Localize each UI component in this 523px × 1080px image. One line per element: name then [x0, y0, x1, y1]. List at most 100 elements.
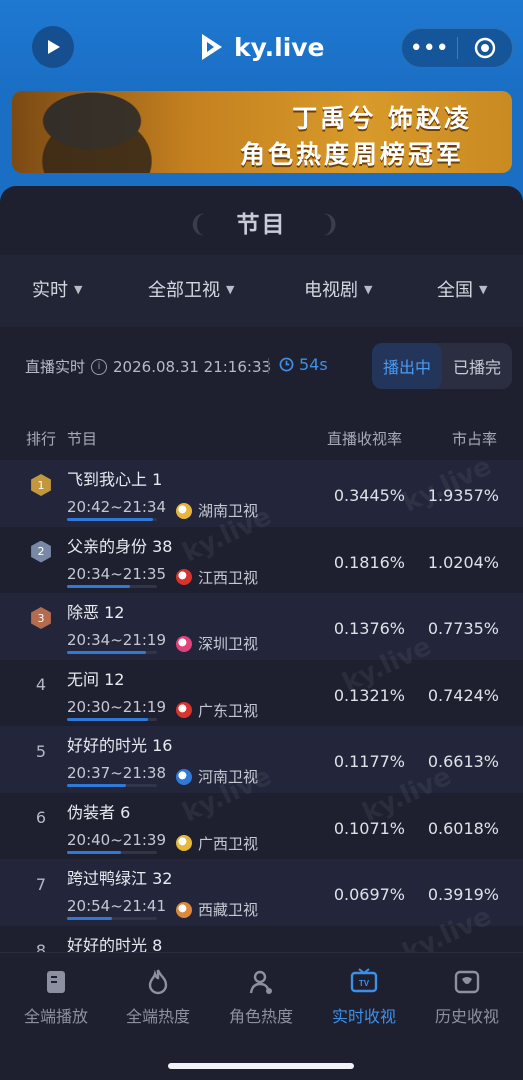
segment-finished[interactable]: 已播完 [442, 343, 512, 389]
tab-all-play[interactable]: 全端播放 [4, 967, 108, 1027]
program-time: 20:37~21:38 [67, 764, 167, 782]
book-icon [47, 971, 65, 993]
program-name: 跨过鸭绿江 32 [67, 869, 173, 888]
channel-name: 湖南卫视 [198, 502, 259, 520]
brand-title: ky.live [198, 30, 325, 64]
progress-fill [67, 717, 148, 721]
refresh-timer: 54s [279, 355, 328, 374]
flame-icon [148, 969, 168, 995]
caret-down-icon: ▼ [226, 282, 235, 296]
channel: 江西卫视 [176, 567, 258, 588]
program-time: 20:34~21:35 [67, 564, 167, 583]
channel-name: 江西卫视 [198, 568, 259, 587]
banner-line-2: 角色热度周榜冠军 [239, 140, 464, 169]
laurel-right-icon: ❩ [320, 210, 341, 238]
table-row[interactable]: 1 飞到我心上 1 20:42~21:34 湖南卫视 0.3445% 1.9357% [0, 460, 523, 527]
rating-value: 0.1071% [333, 818, 405, 838]
channel-name: 广东卫视 [198, 701, 259, 720]
table-row[interactable]: 7 跨过鸭绿江 32 20:54~21:41 西藏卫视 0.0697% 0.3919% [0, 859, 523, 926]
filter-label: 全国 [437, 280, 473, 301]
channel-logo-icon [176, 502, 192, 519]
tab-role-heat[interactable]: 角色热度 [209, 967, 313, 1027]
top-bar: ky.live ••• [0, 0, 523, 92]
rank-number: 8 [35, 941, 47, 952]
channel-name: 深圳卫视 [198, 635, 259, 653]
share-value: 1.9357% [427, 486, 499, 505]
channel-logo-icon [176, 635, 192, 652]
tv-icon: TV [350, 968, 378, 993]
tab-history-rating[interactable]: 历史收视 [415, 967, 519, 1027]
channel-logo-icon [176, 768, 192, 785]
live-datetime: 2026.08.31 21:16:33 [113, 357, 272, 376]
table-row[interactable]: 2 父亲的身份 38 20:34~21:35 江西卫视 0.1816% 1.0204% [0, 527, 523, 594]
col-rating[interactable]: 直播收视率 [327, 428, 402, 449]
progress-fill [67, 584, 130, 588]
bottom-tab-bar: 全端播放 全端热度 角色热度 TV 实时收视 历史收视 [0, 952, 523, 1080]
share-value: 0.3919% [427, 885, 499, 904]
rating-value: 0.1816% [333, 552, 405, 572]
filter-genre[interactable]: 电视剧 ▼ [304, 276, 372, 302]
col-share[interactable]: 市占率 [452, 428, 497, 449]
channel: 西藏卫视 [176, 899, 258, 920]
share-value: 0.6018% [427, 818, 499, 838]
filter-channels[interactable]: 全部卫视 ▼ [148, 276, 234, 302]
channel: 广西卫视 [176, 833, 258, 854]
refresh-seconds: 54s [299, 355, 328, 374]
clock-icon [279, 357, 294, 372]
tab-realtime-rating[interactable]: TV 实时收视 [312, 967, 416, 1027]
col-rank: 排行 [26, 430, 57, 448]
table-row[interactable]: 3 除恶 12 20:34~21:19 深圳卫视 0.1376% 0.7735% [0, 593, 523, 660]
channel-logo-icon [176, 569, 192, 585]
share-value: 0.7735% [427, 619, 499, 638]
banner-line-1: 丁禹兮 饰赵凌 [292, 104, 472, 133]
section-title: 节目 [236, 212, 287, 238]
brand-logo-icon [202, 34, 222, 60]
info-icon[interactable]: i [91, 358, 108, 375]
segment-airing[interactable]: 播出中 [372, 343, 442, 389]
channel-name: 河南卫视 [198, 768, 259, 786]
svg-text:TV: TV [359, 979, 370, 988]
rank-number: 6 [35, 808, 47, 827]
rank-number: 7 [35, 874, 47, 894]
program-time: 20:40~21:39 [67, 830, 167, 849]
play-logo-icon[interactable] [32, 26, 74, 68]
brand-name: ky.live [234, 32, 325, 62]
rating-value: 0.3445% [333, 486, 405, 505]
tab-label: 全端热度 [125, 1007, 190, 1026]
filter-bar: 实时 ▼ 全部卫视 ▼ 电视剧 ▼ 全国 ▼ [0, 276, 523, 306]
tab-all-heat[interactable]: 全端热度 [106, 967, 210, 1027]
progress-fill [67, 518, 153, 521]
table-row[interactable]: 4 无间 12 20:30~21:19 广东卫视 0.1321% 0.7424% [0, 660, 523, 727]
status-divider [268, 358, 269, 374]
table-row[interactable]: 5 好好的时光 16 20:37~21:38 河南卫视 0.1177% 0.6613% [0, 726, 523, 793]
promo-banner[interactable]: 丁禹兮 饰赵凌 角色热度周榜冠军 [12, 91, 512, 173]
share-value: 1.0204% [427, 552, 499, 572]
caret-down-icon: ▼ [364, 282, 373, 296]
program-name: 飞到我心上 1 [67, 470, 163, 489]
rating-value: 0.1376% [333, 619, 405, 638]
more-dots-icon[interactable]: ••• [402, 29, 457, 67]
channel: 深圳卫视 [176, 633, 258, 654]
progress-fill [67, 784, 126, 787]
program-time: 20:30~21:19 [67, 697, 167, 716]
target-circle-icon[interactable] [458, 29, 513, 67]
table-row[interactable]: 8 好好的时光 8 [0, 926, 523, 953]
channel: 河南卫视 [176, 766, 258, 787]
col-program: 节目 [67, 430, 98, 448]
channel-logo-icon [176, 901, 192, 918]
filter-region[interactable]: 全国 ▼ [437, 276, 487, 302]
progress-fill [67, 917, 112, 920]
live-status: 直播实时 i 2026.08.31 21:16:33 [25, 356, 271, 377]
ranking-list: 1 飞到我心上 1 20:42~21:34 湖南卫视 0.3445% 1.9357% 2 父亲… [0, 460, 523, 952]
rating-value: 0.1321% [333, 685, 405, 705]
airing-segment-control: 播出中 已播完 [372, 343, 512, 389]
share-value: 0.7424% [427, 685, 499, 705]
rank-medal-icon: 2 [31, 540, 51, 563]
table-row[interactable]: 6 伪装者 6 20:40~21:39 广西卫视 0.1071% 0.6018% [0, 793, 523, 860]
filter-time[interactable]: 实时 ▼ [32, 276, 82, 302]
rank-number: 5 [35, 741, 47, 761]
filter-label: 电视剧 [304, 280, 358, 301]
rank-medal-icon: 3 [31, 607, 51, 629]
rank-number: 4 [35, 675, 47, 694]
channel-logo-icon [176, 702, 192, 718]
